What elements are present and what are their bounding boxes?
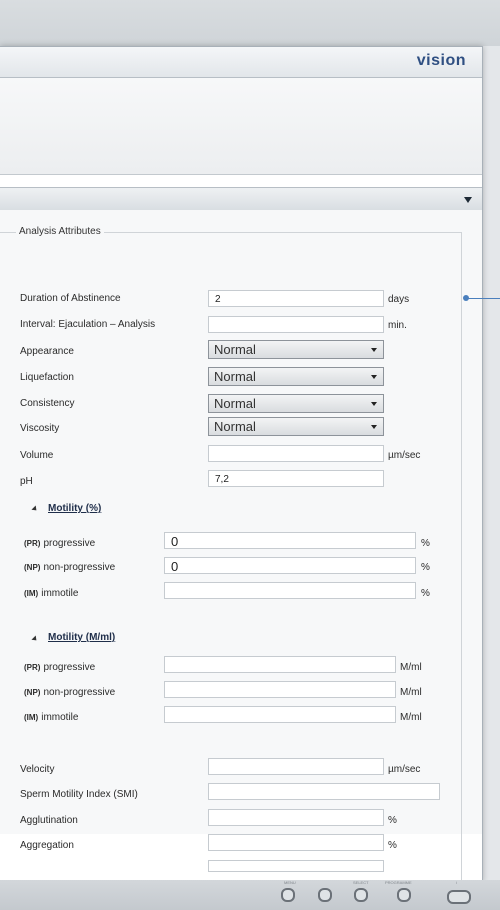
appearance-label: Appearance	[20, 346, 74, 357]
velocity-input[interactable]	[208, 758, 384, 775]
non-progressive-label: non-progressive	[43, 562, 116, 573]
pct-unit: %	[421, 538, 430, 549]
immotile-label: immotile	[41, 588, 79, 599]
volume-input[interactable]	[208, 445, 384, 462]
chevron-down-icon	[371, 402, 377, 406]
motility-mml-row: (NP) non-progressive	[24, 687, 115, 698]
top-bezel	[0, 0, 500, 46]
ph-input[interactable]: 7,2	[208, 470, 384, 487]
chevron-down-icon	[371, 348, 377, 352]
non-progressive-label: non-progressive	[43, 687, 116, 698]
np-abbr: (NP)	[24, 563, 41, 572]
motility-mml-progressive-input[interactable]	[164, 656, 396, 673]
dropdown-arrow-icon[interactable]	[464, 197, 472, 203]
motility-pct-row: (NP) non-progressive	[24, 562, 115, 573]
interval-input[interactable]	[208, 316, 384, 333]
consistency-select[interactable]: Normal	[208, 394, 384, 413]
appearance-select[interactable]: Normal	[208, 340, 384, 359]
agglutination-unit: %	[388, 815, 397, 826]
progressive-label: progressive	[43, 662, 96, 673]
viscosity-select[interactable]: Normal	[208, 417, 384, 436]
power-button[interactable]	[447, 890, 471, 904]
np-abbr: (NP)	[24, 688, 41, 697]
mml-unit: M/ml	[400, 662, 422, 673]
im-abbr: (IM)	[24, 713, 39, 722]
motility-pct-progressive-input[interactable]: 0	[164, 532, 416, 549]
info-label: i	[456, 880, 457, 885]
consistency-value: Normal	[214, 396, 256, 411]
pr-abbr: (PR)	[24, 539, 41, 548]
programme-label: PROGRAMME	[385, 880, 412, 885]
immotile-label: immotile	[41, 712, 79, 723]
aggregation-unit: %	[388, 840, 397, 851]
motility-mml-heading[interactable]: Motility (M/ml)	[48, 632, 115, 643]
motility-mml-immotile-input[interactable]	[164, 706, 396, 723]
programme-button[interactable]	[397, 888, 411, 902]
duration-input[interactable]: 2	[208, 290, 384, 307]
pct-unit: %	[421, 588, 430, 599]
motility-mml-row: (IM) immotile	[24, 712, 78, 723]
motility-pct-row: (PR) progressive	[24, 538, 95, 549]
title-bar: vision	[0, 47, 482, 78]
velocity-unit: µm/sec	[388, 764, 421, 775]
interval-unit: min.	[388, 320, 407, 331]
liquefaction-label: Liquefaction	[20, 372, 74, 383]
motility-pct-row: (IM) immotile	[24, 588, 78, 599]
im-abbr: (IM)	[24, 589, 39, 598]
duration-unit: days	[388, 294, 410, 305]
progressive-label: progressive	[43, 538, 96, 549]
agglutination-label: Agglutination	[20, 815, 78, 826]
viscosity-value: Normal	[214, 419, 256, 434]
chevron-down-icon	[371, 425, 377, 429]
menu-label: MENU	[284, 880, 296, 885]
aggregation-label: Aggregation	[20, 840, 74, 851]
aggregation-input[interactable]	[208, 834, 384, 851]
banner-area	[0, 78, 482, 175]
motility-mml-row: (PR) progressive	[24, 662, 95, 673]
center-button[interactable]	[318, 888, 332, 902]
motility-pct-heading[interactable]: Motility (%)	[48, 503, 101, 514]
smi-input[interactable]	[208, 783, 440, 800]
consistency-label: Consistency	[20, 398, 75, 409]
liquefaction-value: Normal	[214, 369, 256, 384]
menu-button[interactable]	[281, 888, 295, 902]
duration-label: Duration of Abstinence	[20, 293, 121, 304]
viscosity-label: Viscosity	[20, 423, 60, 434]
mml-unit: M/ml	[400, 712, 422, 723]
mml-unit: M/ml	[400, 687, 422, 698]
volume-unit: µm/sec	[388, 450, 421, 461]
callout-dot	[463, 295, 469, 301]
group-title: Analysis Attributes	[16, 226, 104, 237]
device-bottom-bezel: MENU SELECT PROGRAMME i	[0, 880, 500, 910]
agglutination-input[interactable]	[208, 809, 384, 826]
ph-label: pH	[20, 476, 33, 487]
pct-unit: %	[421, 562, 430, 573]
motility-mml-nonprogressive-input[interactable]	[164, 681, 396, 698]
vision-logo: vision	[416, 52, 466, 69]
motility-pct-immotile-input[interactable]	[164, 582, 416, 599]
chevron-down-icon	[371, 375, 377, 379]
velocity-label: Velocity	[20, 764, 55, 775]
volume-label: Volume	[20, 450, 54, 461]
smi-label: Sperm Motility Index (SMI)	[20, 789, 138, 800]
appearance-value: Normal	[214, 342, 256, 357]
pr-abbr: (PR)	[24, 663, 41, 672]
callout-line	[466, 298, 500, 299]
select-button[interactable]	[354, 888, 368, 902]
next-row-input[interactable]	[208, 860, 384, 872]
liquefaction-select[interactable]: Normal	[208, 367, 384, 386]
interval-label: Interval: Ejaculation – Analysis	[20, 319, 156, 330]
motility-pct-nonprogressive-input[interactable]: 0	[164, 557, 416, 574]
select-label: SELECT	[353, 880, 369, 885]
